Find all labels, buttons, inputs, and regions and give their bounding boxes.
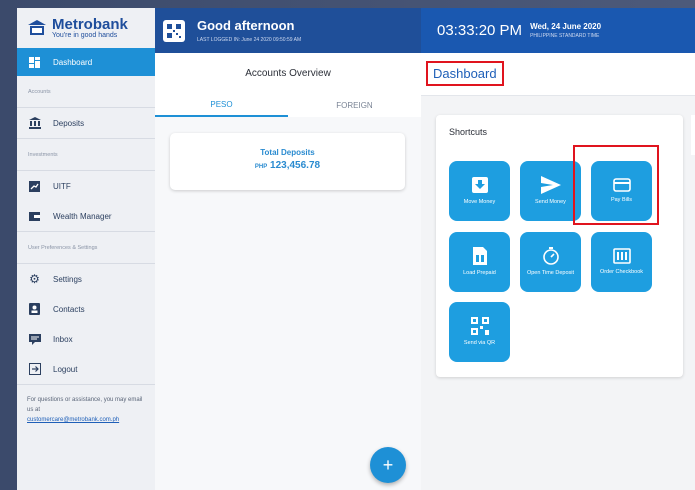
brand-logo[interactable]: Metrobank You're in good hands <box>17 8 155 48</box>
gear-icon: ⚙ <box>29 272 40 286</box>
dashboard-icon <box>28 56 41 69</box>
shortcut-load-prepaid[interactable]: Load Prepaid <box>449 232 510 292</box>
send-icon <box>540 176 561 194</box>
sidebar-item-settings[interactable]: ⚙ Settings <box>17 264 155 294</box>
tile-label: Load Prepaid <box>463 270 496 276</box>
accounts-panel: Accounts Overview PESO FOREIGN Total Dep… <box>155 53 421 490</box>
sidebar-item-inbox[interactable]: Inbox <box>17 324 155 354</box>
move-money-icon <box>471 177 488 193</box>
sidebar-item-label: Deposits <box>53 118 85 128</box>
shortcut-send-via-qr[interactable]: Send via QR <box>449 302 510 362</box>
tile-label: Order Checkbook <box>599 269 644 275</box>
total-deposits-card[interactable]: Total Deposits PHP 123,456.78 <box>170 133 405 190</box>
pay-bills-highlight <box>573 145 659 225</box>
tile-label: Send via QR <box>463 340 496 346</box>
adjacent-card-edge <box>691 115 695 155</box>
currency-tabs: PESO FOREIGN <box>155 93 421 117</box>
qr-scan-button[interactable] <box>163 19 185 42</box>
accounts-title: Accounts Overview <box>155 53 421 93</box>
sidebar-item-deposits[interactable]: Deposits <box>17 108 155 138</box>
page-title: Dashboard <box>426 61 504 86</box>
wallet-icon <box>28 210 41 223</box>
current-date: Wed, 24 June 2020 <box>530 22 602 31</box>
sidebar: Metrobank You're in good hands Dashboard… <box>17 8 155 490</box>
sidebar-item-dashboard[interactable]: Dashboard <box>17 48 155 76</box>
section-label-investments: Investments <box>28 151 58 158</box>
sidebar-item-label: Inbox <box>53 334 73 344</box>
checkbook-icon <box>612 248 631 264</box>
timer-icon <box>542 247 559 265</box>
tile-label: Move Money <box>463 199 496 205</box>
help-email-link[interactable]: customercare@metrobank.com.ph <box>27 417 119 423</box>
sidebar-item-contacts[interactable]: Contacts <box>17 294 155 324</box>
sidebar-item-label: Wealth Manager <box>53 211 112 221</box>
tab-peso[interactable]: PESO <box>155 93 288 117</box>
sidebar-item-wealth-manager[interactable]: Wealth Manager <box>17 201 155 231</box>
brand-name: Metrobank <box>52 15 128 33</box>
sidebar-item-label: Contacts <box>53 304 85 314</box>
currency-code: PHP <box>254 164 268 170</box>
tab-foreign[interactable]: FOREIGN <box>288 93 421 117</box>
tile-label: Send Money <box>535 199 566 205</box>
timezone-label: PHILIPPINE STANDARD TIME <box>530 33 600 39</box>
inbox-icon <box>28 333 41 346</box>
section-label-accounts: Accounts <box>28 88 51 95</box>
brand-tagline: You're in good hands <box>52 31 118 39</box>
dashboard-panel: Dashboard Shortcuts Move Money Send Mone… <box>421 53 695 490</box>
shortcut-send-money[interactable]: Send Money <box>520 161 581 221</box>
bank-icon <box>28 117 41 130</box>
metrobank-logo-icon <box>28 20 46 35</box>
greeting-title: Good afternoon <box>197 18 295 33</box>
top-header: Good afternoon LAST LOGGED IN: June 24 2… <box>155 8 695 53</box>
shortcut-open-time-deposit[interactable]: Open Time Deposit <box>520 232 581 292</box>
help-message: For questions or assistance, you may ema… <box>27 397 143 413</box>
sim-card-icon <box>472 247 487 265</box>
sidebar-item-label: Dashboard <box>53 57 93 67</box>
sidebar-item-label: Settings <box>53 274 82 284</box>
sidebar-item-logout[interactable]: Logout <box>17 354 155 384</box>
add-fab-button[interactable]: + <box>370 447 406 483</box>
shortcuts-title: Shortcuts <box>449 127 488 137</box>
shortcut-order-checkbook[interactable]: Order Checkbook <box>591 232 652 292</box>
qr-code-icon <box>470 317 489 335</box>
tile-label: Open Time Deposit <box>526 270 575 276</box>
shortcuts-card: Shortcuts Move Money Send Money Pay Bill… <box>436 115 683 377</box>
logout-icon <box>28 363 41 376</box>
current-time: 03:33:20 PM <box>437 22 523 39</box>
section-label-preferences: User Preferences & Settings <box>28 244 98 251</box>
sidebar-item-label: Logout <box>53 364 78 374</box>
contacts-icon <box>28 303 41 316</box>
total-deposits-amount: PHP 123,456.78 <box>170 160 405 171</box>
chart-icon <box>28 180 41 193</box>
sidebar-item-label: UITF <box>53 181 71 191</box>
amount-value: 123,456.78 <box>270 160 321 171</box>
total-deposits-label: Total Deposits <box>260 148 315 157</box>
help-text: For questions or assistance, you may ema… <box>17 385 155 435</box>
sidebar-item-uitf[interactable]: UITF <box>17 171 155 201</box>
qr-code-icon <box>167 23 181 38</box>
shortcut-move-money[interactable]: Move Money <box>449 161 510 221</box>
last-logged-in: LAST LOGGED IN: June 24 2020 09:50:59 AM <box>197 37 302 43</box>
